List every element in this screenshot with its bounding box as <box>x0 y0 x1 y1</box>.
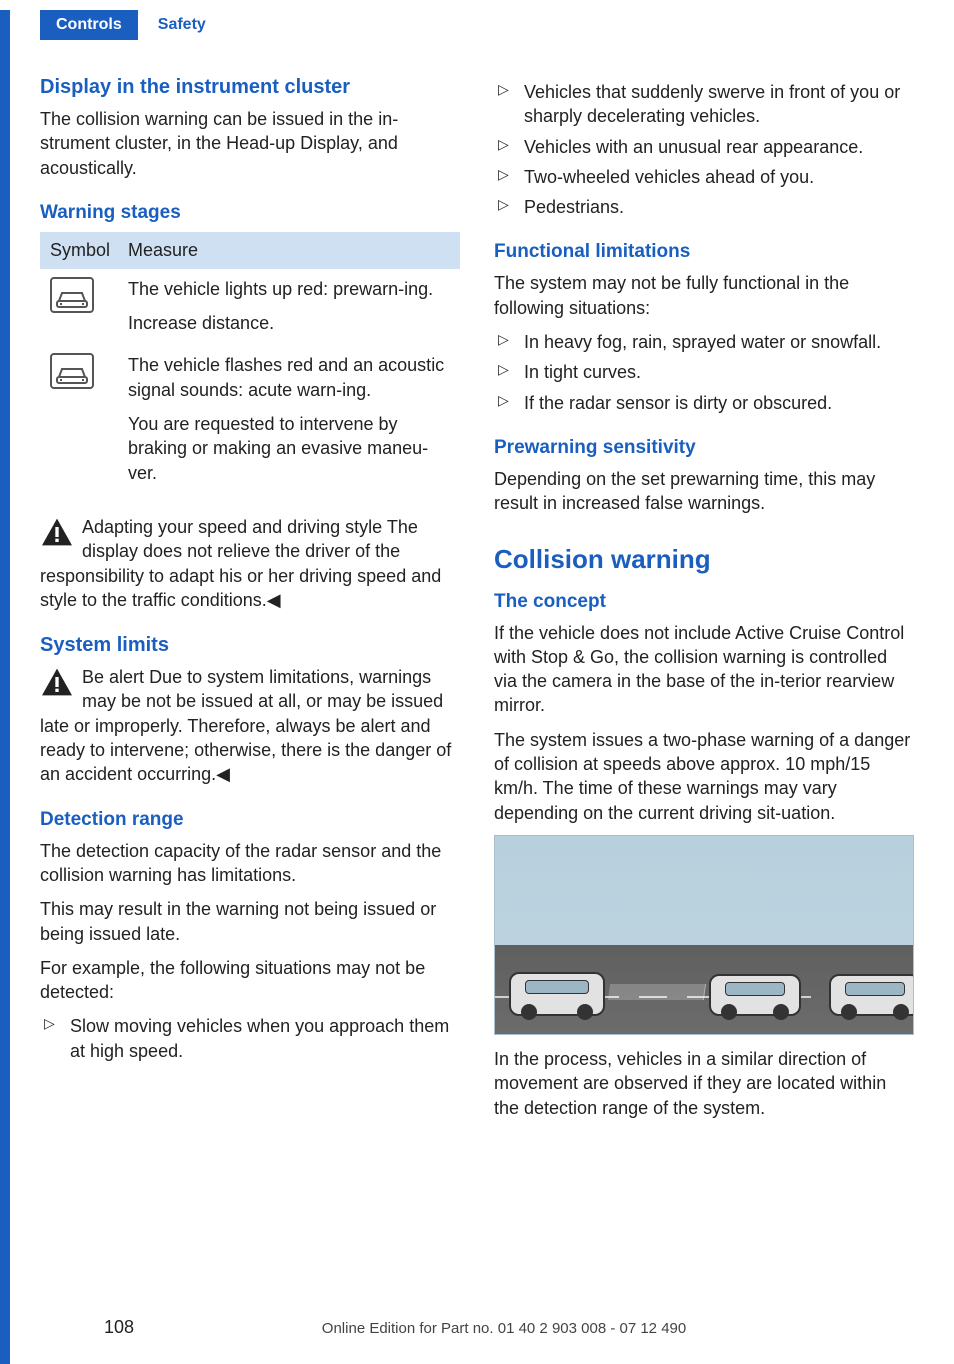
tab-controls: Controls <box>40 10 138 40</box>
p-after-illustration: In the process, vehicles in a similar di… <box>494 1047 914 1120</box>
sensor-beam <box>608 984 706 1000</box>
list-item: Slow moving vehicles when you approach t… <box>40 1014 460 1063</box>
row1-text-a: The vehicle lights up red: prewarn‐ing. <box>128 277 450 301</box>
list-item: Two-wheeled vehicles ahead of you. <box>494 165 914 189</box>
warning-be-alert: Be alert Due to system limitations, warn… <box>40 665 460 786</box>
detect-list-right: Vehicles that suddenly swerve in front o… <box>494 80 914 219</box>
warn2-title: Be alert <box>82 667 144 687</box>
p-detect-2: This may result in the warning not being… <box>40 897 460 946</box>
list-item: In heavy fog, rain, sprayed water or sno… <box>494 330 914 354</box>
car-ahead-1 <box>709 974 801 1016</box>
p-concept-2: The system issues a two-phase warning of… <box>494 728 914 825</box>
table-row: The vehicle lights up red: prewarn‐ing. … <box>40 269 460 346</box>
car-ego <box>509 972 605 1016</box>
footer-text: Online Edition for Part no. 01 40 2 903 … <box>322 1320 686 1337</box>
func-list: In heavy fog, rain, sprayed water or sno… <box>494 330 914 415</box>
car-icon <box>50 277 94 313</box>
list-item: Pedestrians. <box>494 195 914 219</box>
th-symbol: Symbol <box>50 240 128 261</box>
list-item: In tight curves. <box>494 360 914 384</box>
warn1-title: Adapting your speed and driving style <box>82 517 382 537</box>
heading-the-concept: The concept <box>494 591 914 613</box>
car-icon <box>50 353 94 389</box>
collision-illustration <box>494 835 914 1035</box>
breadcrumb-tabs: Controls Safety <box>40 10 914 40</box>
p-func: The system may not be fully functional i… <box>494 271 914 320</box>
detect-list-left: Slow moving vehicles when you approach t… <box>40 1014 460 1063</box>
row1-text-b: Increase distance. <box>128 311 450 335</box>
th-measure: Measure <box>128 240 450 261</box>
table-row: The vehicle flashes red and an acoustic … <box>40 345 460 494</box>
right-column: Vehicles that suddenly swerve in front o… <box>494 68 914 1130</box>
heading-detection-range: Detection range <box>40 809 460 831</box>
row2-text-b: You are requested to intervene by brakin… <box>128 412 450 485</box>
warning-icon <box>40 667 74 697</box>
table-header: Symbol Measure <box>40 232 460 269</box>
p-prewarn: Depending on the set prewarning time, th… <box>494 467 914 516</box>
p-display-desc: The collision warning can be issued in t… <box>40 107 460 180</box>
row2-text-a: The vehicle flashes red and an acoustic … <box>128 353 450 402</box>
heading-collision-warning: Collision warning <box>494 544 914 575</box>
heading-functional-limitations: Functional limitations <box>494 241 914 263</box>
symbol-prewarning <box>50 277 128 346</box>
left-accent-bar <box>0 10 10 1364</box>
heading-warning-stages: Warning stages <box>40 202 460 224</box>
page-number: 108 <box>104 1317 134 1338</box>
car-ahead-2 <box>829 974 914 1016</box>
heading-display-cluster: Display in the instrument cluster <box>40 76 460 99</box>
left-column: Display in the instrument cluster The co… <box>40 68 460 1130</box>
p-detect-3: For example, the following situations ma… <box>40 956 460 1005</box>
warning-icon <box>40 517 74 547</box>
warning-adapting-speed: Adapting your speed and driving style Th… <box>40 515 460 612</box>
page-footer: 108 Online Edition for Part no. 01 40 2 … <box>0 1317 954 1338</box>
p-concept-1: If the vehicle does not include Active C… <box>494 621 914 718</box>
symbol-acute-warning <box>50 353 128 494</box>
tab-safety: Safety <box>138 10 222 40</box>
heading-system-limits: System limits <box>40 634 460 657</box>
heading-prewarning-sensitivity: Prewarning sensitivity <box>494 437 914 459</box>
p-detect-1: The detection capacity of the radar sens… <box>40 839 460 888</box>
list-item: If the radar sensor is dirty or obscured… <box>494 391 914 415</box>
list-item: Vehicles that suddenly swerve in front o… <box>494 80 914 129</box>
list-item: Vehicles with an unusual rear appearance… <box>494 135 914 159</box>
